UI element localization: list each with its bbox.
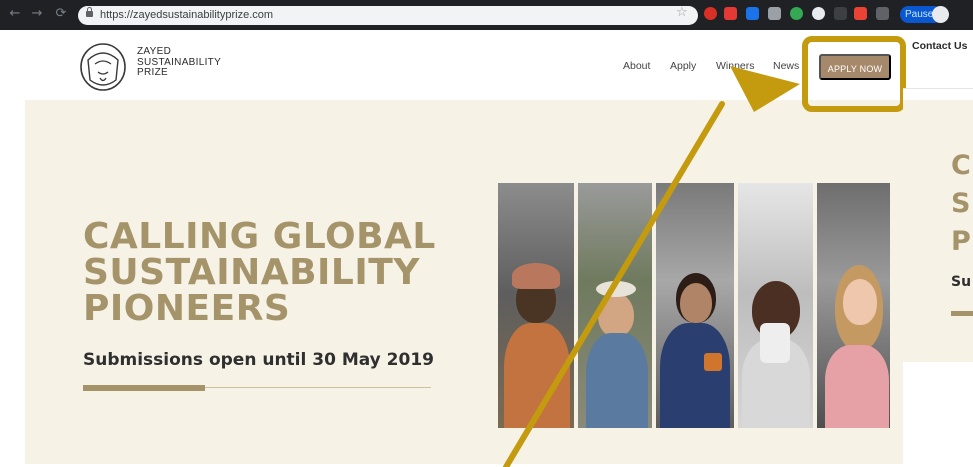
address-bar[interactable]: https://zayedsustainabilityprize.com	[78, 6, 698, 25]
back-icon[interactable]: ←	[8, 6, 22, 22]
bookmark-star-icon[interactable]: ☆	[676, 5, 688, 20]
hero-title-line: SUSTAINABILITY	[83, 252, 420, 293]
forward-icon[interactable]: →	[30, 6, 44, 22]
photo-boy-drinking	[738, 183, 813, 428]
side-panel-accent-bar	[951, 311, 973, 316]
photo-woman-headscarf	[498, 183, 574, 428]
grammar-extension-icon[interactable]	[790, 7, 803, 20]
url-text: https://zayedsustainabilityprize.com	[100, 9, 274, 21]
side-panel-title: C S P	[951, 147, 971, 261]
nav-winners[interactable]: Winners	[716, 60, 755, 72]
hero-title: CALLING GLOBAL SUSTAINABILITY PIONEERS	[83, 219, 436, 327]
nav-apply[interactable]: Apply	[670, 60, 696, 72]
logo-line: PRIZE	[137, 67, 168, 78]
settings-extension-icon[interactable]	[876, 7, 889, 20]
side-panel-title-letter: S	[951, 188, 971, 219]
wave-extension-icon[interactable]	[746, 7, 759, 20]
annotation-highlight-box	[802, 36, 906, 112]
pocket-extension-icon[interactable]	[854, 7, 867, 20]
pdf-extension-icon[interactable]	[724, 7, 737, 20]
record-extension-icon[interactable]	[812, 7, 825, 20]
lock-icon	[86, 7, 93, 17]
logo-wordmark[interactable]: ZAYED SUSTAINABILITY PRIZE	[137, 46, 221, 79]
side-panel-title-letter: C	[951, 150, 971, 181]
hero-title-line: CALLING GLOBAL	[83, 216, 436, 257]
side-panel-title-letter: P	[951, 226, 971, 257]
misc-extension-icon[interactable]	[834, 7, 847, 20]
hero-title-line: PIONEERS	[83, 288, 291, 329]
nav-about[interactable]: About	[623, 60, 650, 72]
browser-toolbar: ← → ⟳ https://zayedsustainabilityprize.c…	[0, 0, 973, 30]
photo-greenhouse-farmer	[578, 183, 652, 428]
nav-contact-us[interactable]: Contact Us	[912, 40, 967, 52]
hero-subtitle: Submissions open until 30 May 2019	[83, 350, 434, 370]
hero-accent-bar	[83, 385, 205, 391]
download-extension-icon[interactable]	[768, 7, 781, 20]
photo-girl-solar-lamp	[656, 183, 734, 428]
side-panel-subtitle: Su	[951, 274, 972, 290]
photo-girl-student	[817, 183, 890, 428]
logo-line: ZAYED	[137, 46, 172, 57]
side-panel-divider	[903, 88, 973, 89]
avatar[interactable]	[932, 6, 949, 23]
zayed-portrait-logo[interactable]	[78, 40, 128, 92]
nav-news[interactable]: News	[773, 60, 799, 72]
extension-icon[interactable]	[704, 7, 717, 20]
reload-icon[interactable]: ⟳	[54, 6, 68, 22]
